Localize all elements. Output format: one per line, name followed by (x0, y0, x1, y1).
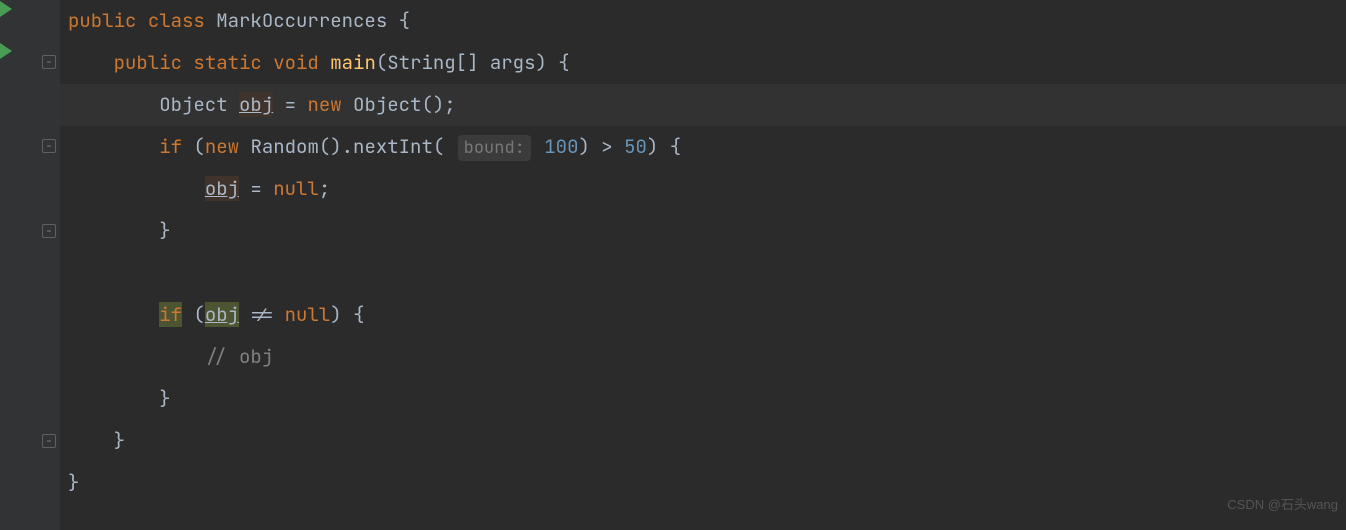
run-gutter-icon[interactable] (0, 43, 12, 59)
code-line[interactable]: // obj (60, 336, 1346, 378)
keyword-highlighted: if (159, 302, 182, 327)
keyword: null (273, 176, 319, 201)
fold-icon[interactable] (42, 224, 56, 238)
brace: } (159, 218, 170, 243)
number-literal: 50 (624, 134, 647, 159)
constructor: Object() (353, 92, 444, 117)
class-name: MarkOccurrences (216, 8, 387, 33)
variable-occurrence: obj (205, 302, 239, 327)
code-line[interactable]: public class MarkOccurrences { (60, 0, 1346, 42)
run-gutter-icon[interactable] (0, 1, 12, 17)
code-line[interactable]: } (60, 420, 1346, 462)
code-line[interactable]: if (new Random().nextInt( bound: 100) > … (60, 126, 1346, 168)
code-line[interactable]: public static void main(String[] args) { (60, 42, 1346, 84)
keyword: null (285, 302, 331, 327)
comment: // obj (205, 344, 273, 369)
method-call: nextInt( (353, 134, 444, 159)
code-line[interactable] (60, 252, 1346, 294)
parameter-hint: bound: (458, 135, 531, 161)
fold-icon[interactable] (42, 139, 56, 153)
code-line-active[interactable]: Object obj = new Object(); (60, 84, 1346, 126)
code-line[interactable]: } (60, 210, 1346, 252)
code-line[interactable]: if (obj != null) { (60, 294, 1346, 336)
type: Object (159, 92, 227, 117)
keyword: public (114, 50, 182, 75)
code-line[interactable]: } (60, 462, 1346, 504)
fold-icon[interactable] (42, 55, 56, 69)
brace: } (114, 428, 125, 453)
keyword: if (159, 134, 182, 159)
keyword: new (205, 134, 239, 159)
code-line[interactable]: } (60, 378, 1346, 420)
brace: } (68, 470, 79, 495)
brace: { (399, 8, 410, 33)
variable-occurrence: obj (205, 176, 239, 201)
keyword: public (68, 8, 136, 33)
keyword: new (307, 92, 341, 117)
code-line[interactable]: obj = null; (60, 168, 1346, 210)
keyword: class (148, 8, 205, 33)
param-name: args (490, 50, 536, 75)
fold-icon[interactable] (42, 434, 56, 448)
method-name: main (330, 50, 376, 75)
brace: } (159, 386, 170, 411)
brace: { (558, 50, 569, 75)
keyword: static (193, 50, 261, 75)
keyword: void (273, 50, 319, 75)
code-editor[interactable]: public class MarkOccurrences { public st… (60, 0, 1346, 504)
number-literal: 100 (544, 134, 578, 159)
watermark: CSDN @石头wang (1227, 484, 1338, 526)
variable-occurrence: obj (239, 92, 273, 117)
editor-gutter (0, 0, 60, 530)
param-type: String[] (387, 50, 478, 75)
